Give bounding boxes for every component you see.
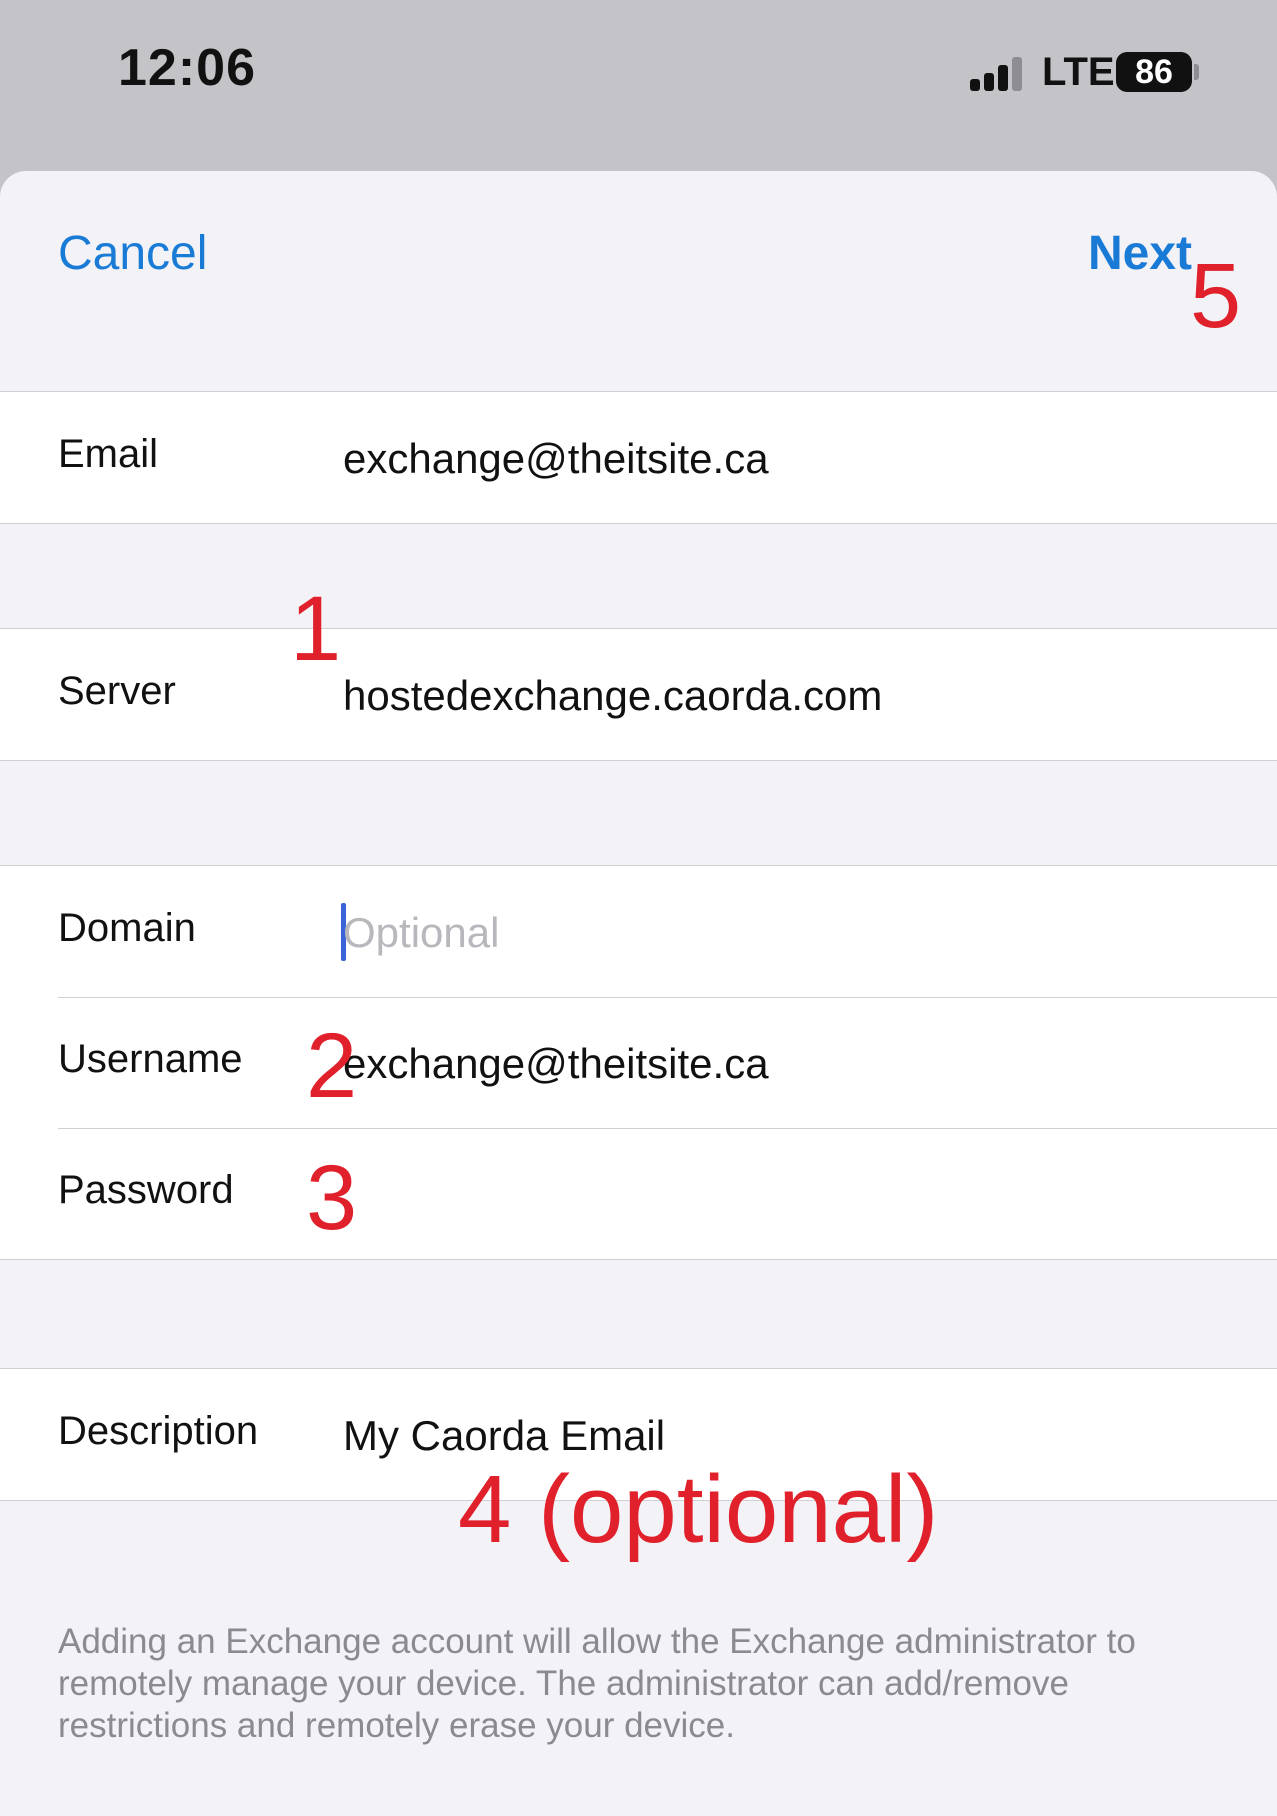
username-field[interactable]: exchange@theitsite.ca (343, 1040, 769, 1088)
domain-field[interactable]: Optional (343, 909, 499, 957)
annotation-5: 5 (1190, 245, 1242, 347)
email-row[interactable]: Email exchange@theitsite.ca (0, 392, 1277, 523)
username-row[interactable]: Username exchange@theitsite.ca (0, 997, 1277, 1128)
server-label: Server (58, 669, 176, 713)
cellular-signal-icon (970, 57, 1028, 91)
exchange-setup-sheet: Cancel Next Email exchange@theitsite.ca … (0, 171, 1277, 1816)
network-type: LTE (1042, 50, 1115, 94)
battery-level: 86 (1135, 52, 1173, 91)
annotation-1: 1 (290, 578, 342, 680)
footer-note: Adding an Exchange account will allow th… (58, 1622, 1136, 1745)
annotation-4: 4 (optional) (458, 1456, 939, 1563)
battery-icon: 86 (1116, 52, 1192, 92)
status-time: 12:06 (118, 39, 256, 97)
server-field[interactable]: hostedexchange.caorda.com (343, 672, 882, 720)
battery-tip (1194, 64, 1199, 80)
next-button[interactable]: Next (1088, 226, 1192, 281)
email-field[interactable]: exchange@theitsite.ca (343, 435, 769, 483)
server-group: Server hostedexchange.caorda.com (0, 628, 1277, 761)
cancel-button[interactable]: Cancel (58, 226, 207, 281)
password-label: Password (58, 1168, 234, 1212)
email-label: Email (58, 432, 159, 476)
description-field[interactable]: My Caorda Email (343, 1412, 665, 1460)
status-bar: 12:06 LTE 86 (0, 0, 1277, 170)
annotation-2: 2 (306, 1015, 358, 1117)
credentials-group: Domain Optional Username exchange@theits… (0, 865, 1277, 1260)
username-label: Username (58, 1037, 243, 1081)
domain-row[interactable]: Domain Optional (0, 866, 1277, 997)
annotation-3: 3 (306, 1147, 358, 1249)
domain-label: Domain (58, 906, 196, 950)
description-label: Description (58, 1409, 259, 1453)
email-group: Email exchange@theitsite.ca (0, 391, 1277, 524)
server-row[interactable]: Server hostedexchange.caorda.com (0, 629, 1277, 760)
password-row[interactable]: Password (0, 1128, 1277, 1259)
